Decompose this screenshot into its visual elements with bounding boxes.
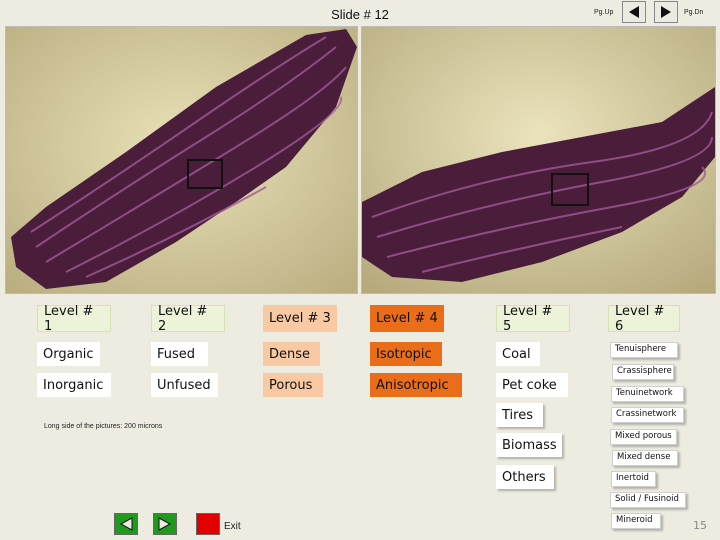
micrograph-right-image: [362, 27, 715, 293]
level-6-solid-fusinoid[interactable]: Solid / Fusinoid: [610, 492, 686, 508]
slide-title: Slide # 12: [331, 7, 389, 22]
exit-button[interactable]: [196, 513, 220, 535]
level-6-tenuinetwork[interactable]: Tenuinetwork: [611, 386, 684, 402]
level-5-header: Level # 5: [496, 304, 570, 334]
micrograph-left-image: [6, 27, 357, 293]
level-4-isotropic[interactable]: Isotropic: [370, 342, 442, 366]
forward-button[interactable]: [153, 513, 177, 535]
level-6-mixed-porous[interactable]: Mixed porous: [610, 429, 677, 445]
level-5-pet-coke[interactable]: Pet coke: [496, 373, 568, 397]
level-6-mineroid[interactable]: Mineroid: [611, 513, 661, 529]
next-page-button[interactable]: [654, 1, 678, 23]
level-6-tenuisphere[interactable]: Tenuisphere: [610, 342, 678, 358]
level-5-coal[interactable]: Coal: [496, 342, 540, 366]
level-6-crassinetwork[interactable]: Crassinetwork: [611, 407, 684, 423]
pg-dn-label: Pg.Dn: [684, 9, 704, 16]
level-2-fused[interactable]: Fused: [151, 342, 208, 366]
level-4-anisotropic[interactable]: Anisotropic: [370, 373, 462, 397]
level-5-others[interactable]: Others: [496, 465, 554, 489]
level-1-inorganic[interactable]: Inorganic: [37, 373, 111, 397]
level-3-dense[interactable]: Dense: [263, 342, 320, 366]
exit-label: Exit: [224, 521, 241, 532]
level-3-header: Level # 3: [263, 305, 337, 332]
level-1-header: Level # 1: [37, 304, 111, 334]
arrow-left-icon: [119, 517, 133, 531]
arrow-right-icon: [158, 517, 172, 531]
page-number: 15: [693, 519, 707, 532]
level-2-header: Level # 2: [151, 304, 225, 334]
level-6-header: Level # 6: [608, 304, 680, 334]
level-6-crassisphere[interactable]: Crassisphere: [612, 364, 674, 380]
level-5-tires[interactable]: Tires: [496, 403, 543, 427]
triangle-right-icon: [661, 6, 671, 18]
level-6-inertoid[interactable]: Inertoid: [611, 471, 656, 487]
prev-page-button[interactable]: [622, 1, 646, 23]
micrograph-left: [5, 26, 358, 294]
level-6-mixed-dense[interactable]: Mixed dense: [612, 450, 678, 466]
level-5-biomass[interactable]: Biomass: [496, 433, 562, 457]
scale-note: Long side of the pictures: 200 microns: [44, 423, 163, 430]
micrograph-right: [361, 26, 716, 294]
level-4-header: Level # 4: [370, 305, 444, 332]
back-button[interactable]: [114, 513, 138, 535]
pg-up-label: Pg.Up: [594, 9, 614, 16]
level-2-unfused[interactable]: Unfused: [151, 373, 218, 397]
triangle-left-icon: [629, 6, 639, 18]
level-3-porous[interactable]: Porous: [263, 373, 323, 397]
level-1-organic[interactable]: Organic: [37, 342, 100, 366]
